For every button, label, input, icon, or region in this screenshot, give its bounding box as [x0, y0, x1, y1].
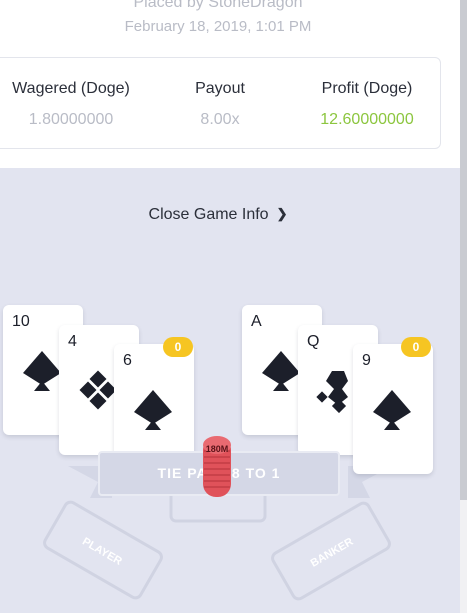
payout-value: 8.00x	[200, 111, 240, 128]
bet-details-header: Placed by StoneDragon February 18, 2019,…	[0, 0, 460, 168]
wagered-label: Wagered (Doge)	[12, 80, 130, 97]
bet-stats-panel: Wagered (Doge) 1.80000000 Payout 8.00x P…	[0, 57, 441, 149]
baccarat-table: Close Game Info ❯ PLAYER BANKER 10 4 6 0…	[0, 168, 460, 613]
card-rank: 10	[12, 313, 30, 330]
player-zone-label: PLAYER	[80, 536, 124, 568]
card-rank: A	[251, 313, 262, 330]
player-score-badge: 0	[163, 337, 193, 357]
spade-icon	[373, 390, 411, 430]
card-rank: 6	[123, 352, 132, 369]
bet-date: February 18, 2019, 1:01 PM	[124, 18, 312, 35]
banker-score-badge: 0	[401, 337, 431, 357]
scrollbar-thumb[interactable]	[460, 0, 467, 500]
payout-label: Payout	[195, 80, 245, 97]
scrollbar[interactable]	[460, 0, 467, 613]
spade-icon	[134, 390, 172, 430]
placed-by-text: Placed by StoneDragon	[133, 0, 303, 11]
profit-value: 12.60000000	[320, 111, 414, 128]
card-rank: 9	[362, 352, 371, 369]
card-rank: Q	[307, 333, 320, 350]
card-rank: 4	[68, 333, 77, 350]
banker-card-3: 9	[353, 344, 433, 474]
banker-zone-label: BANKER	[309, 536, 356, 570]
chip-amount: 180M	[205, 444, 229, 454]
wagered-value: 1.80000000	[28, 111, 114, 128]
profit-label: Profit (Doge)	[321, 80, 413, 97]
